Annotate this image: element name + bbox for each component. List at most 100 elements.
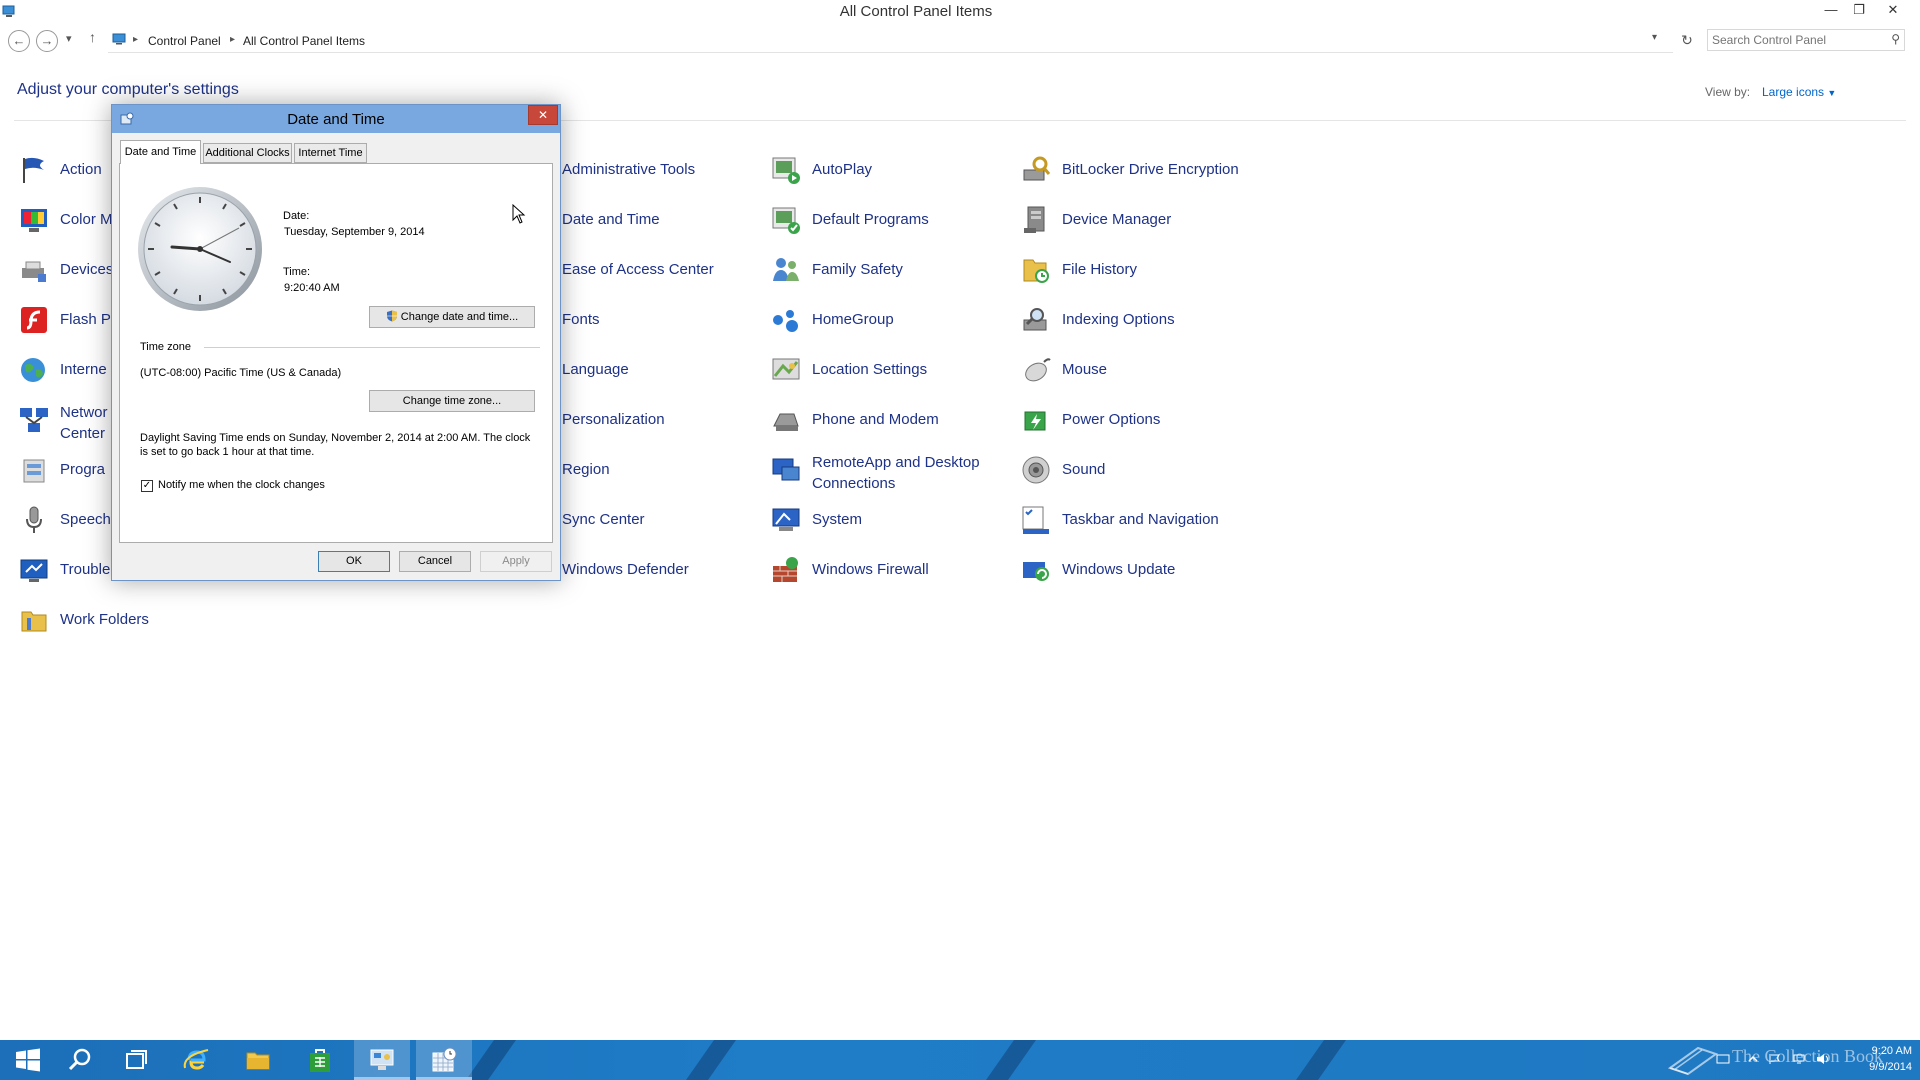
restore-button[interactable]: ❐ bbox=[1846, 0, 1872, 20]
control-panel-taskbar-button[interactable] bbox=[354, 1040, 410, 1080]
taskbar-decoration bbox=[1288, 1040, 1354, 1080]
breadcrumb-all-items[interactable]: All Control Panel Items bbox=[243, 34, 365, 48]
network-icon bbox=[20, 408, 48, 432]
change-date-time-button[interactable]: Change date and time... bbox=[369, 306, 535, 328]
devices-printers-icon bbox=[22, 261, 46, 282]
date-label: Date: bbox=[283, 210, 310, 222]
search-taskbar-button[interactable] bbox=[52, 1040, 108, 1080]
cancel-button[interactable]: Cancel bbox=[399, 551, 471, 572]
internet-explorer-button[interactable] bbox=[168, 1040, 224, 1080]
flash-icon bbox=[21, 307, 47, 333]
phone-modem-icon bbox=[773, 413, 799, 431]
computer-icon bbox=[112, 33, 126, 45]
network-tray-icon[interactable] bbox=[1792, 1053, 1806, 1065]
keyboard-icon[interactable] bbox=[1716, 1053, 1730, 1065]
date-time-taskbar-button[interactable] bbox=[416, 1040, 472, 1080]
breadcrumb-separator-icon: ▸ bbox=[230, 34, 236, 45]
taskbar-decoration bbox=[978, 1040, 1044, 1080]
date-value: Tuesday, September 9, 2014 bbox=[284, 226, 425, 238]
item-label: Device Manager bbox=[1062, 211, 1172, 228]
location-icon bbox=[772, 358, 800, 380]
view-by-dropdown[interactable]: Large icons ▼ bbox=[1762, 85, 1836, 99]
system-icon bbox=[772, 508, 800, 531]
file-explorer-button[interactable] bbox=[230, 1040, 286, 1080]
breadcrumb-control-panel[interactable]: Control Panel bbox=[148, 34, 221, 48]
internet-explorer-icon bbox=[183, 1049, 209, 1070]
dst-note: Daylight Saving Time ends on Sunday, Nov… bbox=[140, 432, 531, 458]
item-label: System bbox=[812, 511, 863, 528]
recent-locations-button[interactable]: ▾ bbox=[66, 32, 72, 45]
search-icon bbox=[68, 1048, 91, 1071]
change-time-zone-button[interactable]: Change time zone... bbox=[369, 390, 535, 412]
tab-date-and-time[interactable]: Date and Time bbox=[120, 140, 201, 164]
task-view-button[interactable] bbox=[108, 1040, 164, 1080]
item-label: Default Programs bbox=[812, 211, 929, 228]
address-bar: ← → ▾ ↑ ▸ Control Panel ▸ All Control Pa… bbox=[0, 26, 1920, 56]
time-zone-value: (UTC-08:00) Pacific Time (US & Canada) bbox=[140, 367, 342, 379]
analog-clock bbox=[138, 187, 262, 311]
tab-panel-date-and-time: Date: Tuesday, September 9, 2014 Time: 9… bbox=[119, 163, 553, 543]
programs-icon bbox=[23, 459, 45, 483]
item-label: Windows Defender bbox=[562, 561, 689, 578]
dialog-title-bar[interactable]: Date and Time ✕ bbox=[112, 105, 560, 133]
item-label: Family Safety bbox=[812, 261, 903, 278]
item-label: Progra bbox=[60, 461, 106, 478]
work-folders-icon bbox=[21, 611, 47, 632]
homegroup-icon bbox=[773, 310, 798, 332]
search-input[interactable] bbox=[1712, 32, 1882, 48]
forward-button[interactable]: → bbox=[36, 30, 58, 52]
tab-internet-time[interactable]: Internet Time bbox=[294, 143, 367, 163]
file-history-icon bbox=[1023, 259, 1049, 283]
item-label: HomeGroup bbox=[812, 311, 894, 328]
device-manager-icon bbox=[1024, 206, 1045, 233]
chevron-down-icon: ▼ bbox=[1827, 88, 1837, 98]
item-label: Interne bbox=[60, 361, 107, 378]
item-label: Region bbox=[562, 461, 610, 478]
tab-additional-clocks[interactable]: Additional Clocks bbox=[203, 143, 292, 163]
notify-checkbox-label[interactable]: Notify me when the clock changes bbox=[158, 479, 325, 491]
chevron-down-icon: ▾ bbox=[1652, 32, 1658, 43]
ok-button[interactable]: OK bbox=[318, 551, 390, 572]
folder-icon bbox=[246, 1052, 270, 1070]
item-label: Indexing Options bbox=[1062, 311, 1175, 328]
refresh-button[interactable]: ↻ bbox=[1675, 29, 1699, 51]
show-hidden-icons-icon[interactable] bbox=[1746, 1053, 1760, 1065]
address-dropdown-button[interactable]: ▾ bbox=[1652, 32, 1657, 43]
taskbar-clock-date[interactable]: 9/9/2014 bbox=[1848, 1061, 1912, 1073]
breadcrumb-separator-icon: ▸ bbox=[133, 34, 139, 45]
item-label: BitLocker Drive Encryption bbox=[1062, 161, 1239, 178]
up-button[interactable]: ↑ bbox=[89, 29, 96, 45]
item-label: Fonts bbox=[562, 311, 600, 328]
book-logo-icon bbox=[1668, 1046, 1718, 1076]
page-title: Adjust your computer's settings bbox=[17, 81, 239, 98]
search-icon[interactable]: ⚲ bbox=[1891, 32, 1900, 46]
default-programs-icon bbox=[772, 207, 800, 234]
item-label: Sync Center bbox=[562, 511, 645, 528]
address-field[interactable]: ▸ Control Panel ▸ All Control Panel Item… bbox=[108, 29, 1673, 53]
back-button[interactable]: ← bbox=[8, 30, 30, 52]
back-arrow-icon: ← bbox=[12, 33, 26, 48]
indexing-icon bbox=[1023, 308, 1047, 331]
minimize-button[interactable]: — bbox=[1818, 0, 1844, 20]
taskbar-clock-time[interactable]: 9:20 AM bbox=[1848, 1045, 1912, 1057]
item-label: Date and Time bbox=[562, 211, 660, 228]
item-label: Color M bbox=[60, 211, 113, 228]
dialog-close-button[interactable]: ✕ bbox=[528, 105, 558, 125]
remote-desktop-icon bbox=[772, 458, 800, 481]
mouse-icon bbox=[1025, 358, 1051, 382]
checkmark-icon: ✓ bbox=[142, 480, 152, 491]
volume-icon[interactable] bbox=[1816, 1053, 1830, 1065]
family-safety-icon bbox=[773, 258, 799, 281]
action-center-flag-icon[interactable] bbox=[1768, 1053, 1782, 1065]
up-arrow-icon: ↑ bbox=[89, 29, 96, 45]
taskbar-icon bbox=[1022, 506, 1049, 534]
apply-button: Apply bbox=[480, 551, 552, 572]
search-box[interactable]: ⚲ bbox=[1707, 29, 1905, 51]
store-button[interactable] bbox=[292, 1040, 348, 1080]
start-button[interactable] bbox=[0, 1040, 56, 1080]
item-label: Location Settings bbox=[812, 361, 928, 378]
close-window-button[interactable]: ✕ bbox=[1880, 0, 1906, 20]
notify-checkbox[interactable]: ✓ bbox=[141, 480, 153, 492]
window-title-bar: All Control Panel Items — ❐ ✕ bbox=[0, 0, 1920, 24]
power-icon bbox=[1024, 411, 1046, 431]
